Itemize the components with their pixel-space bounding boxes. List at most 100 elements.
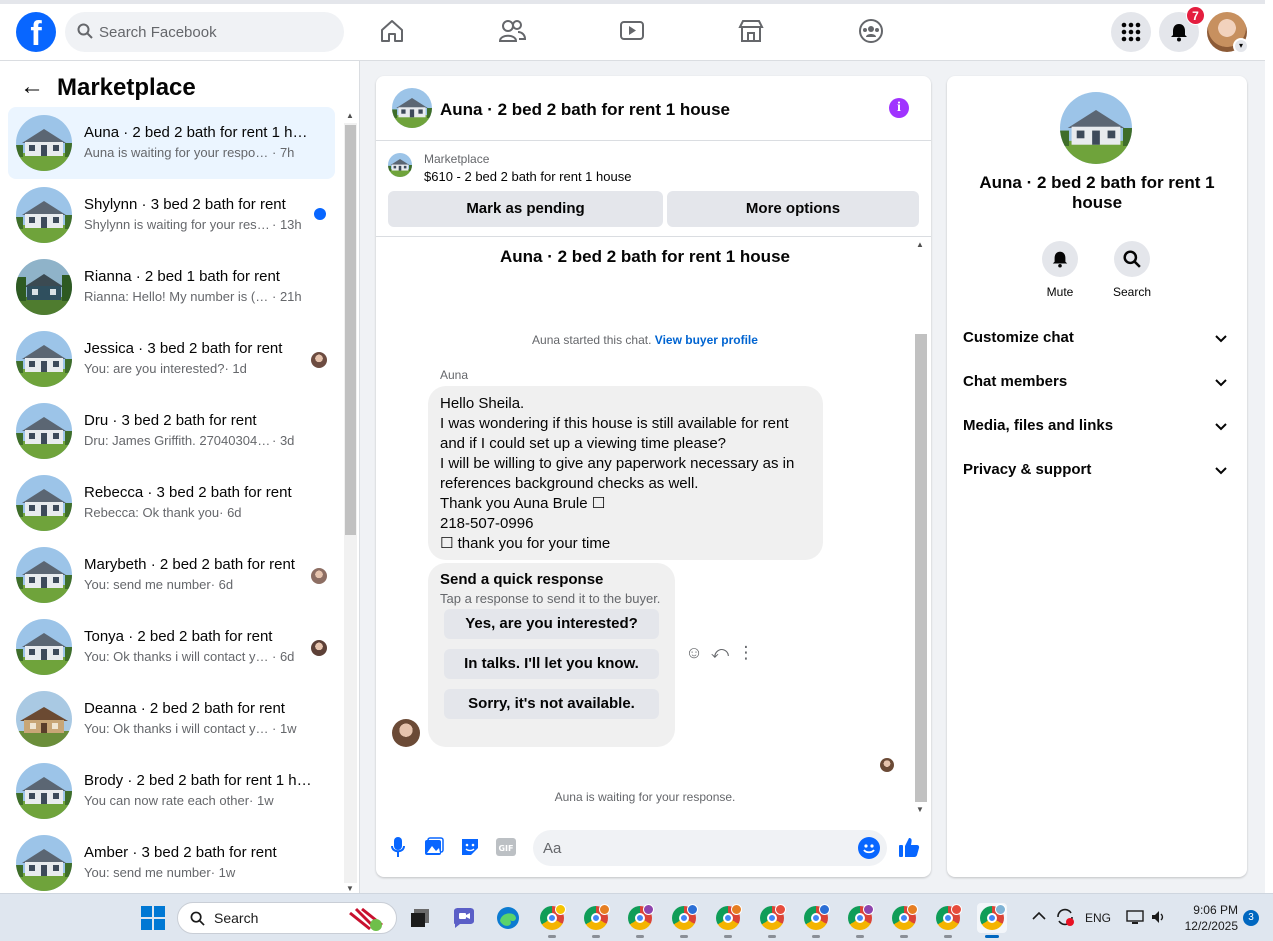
back-arrow-icon[interactable]: ← bbox=[20, 75, 44, 99]
conversation-item[interactable]: Auna · 2 bed 2 bath for rent 1 house Auna… bbox=[8, 107, 335, 179]
conversation-item[interactable]: Rianna · 2 bed 1 bath for rent Rianna: He… bbox=[8, 251, 335, 323]
sidebar-scrollbar[interactable]: ▲ ▼ bbox=[343, 111, 358, 893]
mark-as-pending-button[interactable]: Mark as pending bbox=[388, 191, 663, 227]
search-icon[interactable] bbox=[1114, 241, 1150, 277]
more-vertical-icon[interactable]: ⋮ bbox=[736, 642, 756, 664]
clock-time: 9:06 PM bbox=[1193, 903, 1238, 917]
volume-icon[interactable] bbox=[1150, 908, 1168, 941]
chrome-profile-3-icon[interactable] bbox=[625, 903, 655, 938]
section-label: Chat members bbox=[963, 373, 1068, 390]
quick-response-in-talks-button[interactable]: In talks. I'll let you know. bbox=[444, 649, 659, 679]
watch-icon[interactable] bbox=[615, 14, 649, 48]
conversation-preview-text: You: send me number bbox=[84, 577, 211, 592]
marketplace-icon[interactable] bbox=[734, 14, 768, 48]
sync-status-icon[interactable] bbox=[1055, 907, 1075, 941]
scroll-down-arrow-icon[interactable]: ▼ bbox=[346, 884, 354, 893]
scroll-up-arrow-icon[interactable]: ▲ bbox=[916, 240, 924, 249]
chrome-profile-9-icon[interactable] bbox=[889, 903, 919, 938]
chrome-profile-6-icon[interactable] bbox=[757, 903, 787, 938]
friends-icon[interactable] bbox=[495, 14, 529, 48]
conversation-item[interactable]: Brody · 2 bed 2 bath for rent 1 house You… bbox=[8, 755, 335, 827]
facebook-logo[interactable]: f bbox=[16, 12, 56, 53]
tray-overflow-chevron-icon[interactable] bbox=[1032, 910, 1046, 941]
message-input-box[interactable] bbox=[533, 830, 887, 866]
chat-header-title[interactable]: Auna · 2 bed 2 bath for rent 1 house bbox=[440, 100, 730, 120]
chat-panel: Auna · 2 bed 2 bath for rent 1 house i M… bbox=[376, 76, 931, 877]
chat-started-text: Auna started this chat. bbox=[532, 333, 652, 347]
sticker-icon[interactable] bbox=[460, 837, 480, 857]
conversation-item[interactable]: Jessica · 3 bed 2 bath for rent You: are … bbox=[8, 323, 335, 395]
chrome-profile-4-icon[interactable] bbox=[669, 903, 699, 938]
listing-thumbnail[interactable] bbox=[388, 153, 412, 177]
chrome-profile-7-icon[interactable] bbox=[801, 903, 831, 938]
section-label: Customize chat bbox=[963, 329, 1074, 346]
gif-icon[interactable]: GIF bbox=[496, 837, 516, 857]
windows-start-icon[interactable] bbox=[141, 906, 165, 930]
scroll-up-arrow-icon[interactable]: ▲ bbox=[346, 111, 354, 120]
groups-icon[interactable] bbox=[854, 14, 888, 48]
taskbar-search-box[interactable] bbox=[177, 902, 397, 934]
conversation-item[interactable]: Dru · 3 bed 2 bath for rent Dru: James Gr… bbox=[8, 395, 335, 467]
chrome-profile-5-icon[interactable] bbox=[713, 903, 743, 938]
chrome-profile-10-icon[interactable] bbox=[933, 903, 963, 938]
conversation-item[interactable]: Tonya · 2 bed 2 bath for rent You: Ok tha… bbox=[8, 611, 335, 683]
facebook-search-box[interactable] bbox=[65, 12, 344, 52]
more-options-button[interactable]: More options bbox=[667, 191, 919, 227]
view-buyer-profile-link[interactable]: View buyer profile bbox=[655, 333, 758, 347]
top-navigation-bar: f 7 ▾ bbox=[0, 0, 1273, 61]
info-icon[interactable]: i bbox=[889, 98, 909, 118]
chat-listing-thumbnail[interactable] bbox=[392, 88, 432, 128]
page-scrollbar[interactable] bbox=[1265, 0, 1273, 893]
chrome-profile-1-icon[interactable] bbox=[537, 903, 567, 938]
conversation-item[interactable]: Shylynn · 3 bed 2 bath for rent Shylynn i… bbox=[8, 179, 335, 251]
bell-icon[interactable] bbox=[1042, 241, 1078, 277]
details-listing-photo[interactable] bbox=[1060, 92, 1132, 164]
chrome-profile-8-icon[interactable] bbox=[845, 903, 875, 938]
thumbs-up-icon[interactable] bbox=[897, 835, 921, 859]
buyer-avatar[interactable] bbox=[392, 719, 420, 747]
media-files-links-section[interactable]: Media, files and links bbox=[947, 404, 1247, 448]
facebook-search-input[interactable] bbox=[99, 12, 334, 52]
chrome-profile-2-icon[interactable] bbox=[581, 903, 611, 938]
conversation-preview: Auna is waiting for your response. · 7h bbox=[84, 145, 324, 160]
conversation-item[interactable]: Marybeth · 2 bed 2 bath for rent You: sen… bbox=[8, 539, 335, 611]
language-indicator[interactable]: ENG bbox=[1085, 911, 1111, 941]
edge-browser-icon[interactable] bbox=[493, 903, 523, 933]
privacy-support-section[interactable]: Privacy & support bbox=[947, 448, 1247, 492]
search-action[interactable]: Search bbox=[1102, 241, 1162, 299]
reply-icon[interactable]: ⤺ bbox=[710, 642, 730, 664]
network-icon[interactable] bbox=[1126, 908, 1144, 941]
conversation-item[interactable]: Rebecca · 3 bed 2 bath for rent Rebecca: … bbox=[8, 467, 335, 539]
task-view-icon[interactable] bbox=[405, 903, 435, 933]
chrome-profile-11-icon[interactable] bbox=[977, 903, 1007, 938]
scroll-down-arrow-icon[interactable]: ▼ bbox=[916, 805, 924, 814]
quick-response-not-available-button[interactable]: Sorry, it's not available. bbox=[444, 689, 659, 719]
taskbar-clock[interactable]: 9:06 PM 12/2/2025 bbox=[1178, 902, 1238, 934]
sidebar-scrollbar-thumb[interactable] bbox=[345, 125, 356, 535]
emoji-icon[interactable] bbox=[858, 837, 880, 859]
menu-grid-button[interactable] bbox=[1111, 12, 1151, 52]
listing-price[interactable]: $610 - 2 bed 2 bath for rent 1 house bbox=[424, 169, 631, 184]
microphone-icon[interactable] bbox=[388, 837, 408, 857]
conversation-item[interactable]: Deanna · 2 bed 2 bath for rent You: Ok th… bbox=[8, 683, 335, 755]
message-input[interactable] bbox=[543, 830, 843, 866]
incoming-message-bubble[interactable]: Hello Sheila. I was wondering if this hou… bbox=[428, 386, 823, 560]
chat-members-section[interactable]: Chat members bbox=[947, 360, 1247, 404]
home-icon[interactable] bbox=[375, 14, 409, 48]
photo-icon[interactable] bbox=[424, 837, 444, 857]
conversation-title: Amber · 3 bed 2 bath for rent bbox=[84, 844, 277, 861]
conversation-title: Jessica · 3 bed 2 bath for rent bbox=[84, 340, 283, 357]
taskbar-search-input[interactable] bbox=[214, 903, 354, 933]
mute-action[interactable]: Mute bbox=[1030, 241, 1090, 299]
chat-scrollbar-thumb[interactable] bbox=[915, 334, 927, 802]
notification-center-badge[interactable]: 3 bbox=[1243, 910, 1259, 926]
conversation-thumbnail bbox=[16, 835, 72, 891]
quick-response-yes-button[interactable]: Yes, are you interested? bbox=[444, 609, 659, 639]
customize-chat-section[interactable]: Customize chat bbox=[947, 316, 1247, 360]
account-avatar[interactable]: ▾ bbox=[1207, 12, 1249, 54]
react-emoji-icon[interactable]: ☺ bbox=[684, 642, 704, 664]
notifications-button[interactable]: 7 bbox=[1159, 6, 1205, 52]
chat-scrollbar[interactable]: ▲ ▼ bbox=[914, 238, 929, 816]
conversation-item[interactable]: Amber · 3 bed 2 bath for rent You: send m… bbox=[8, 827, 335, 899]
chat-app-icon[interactable] bbox=[449, 903, 479, 933]
